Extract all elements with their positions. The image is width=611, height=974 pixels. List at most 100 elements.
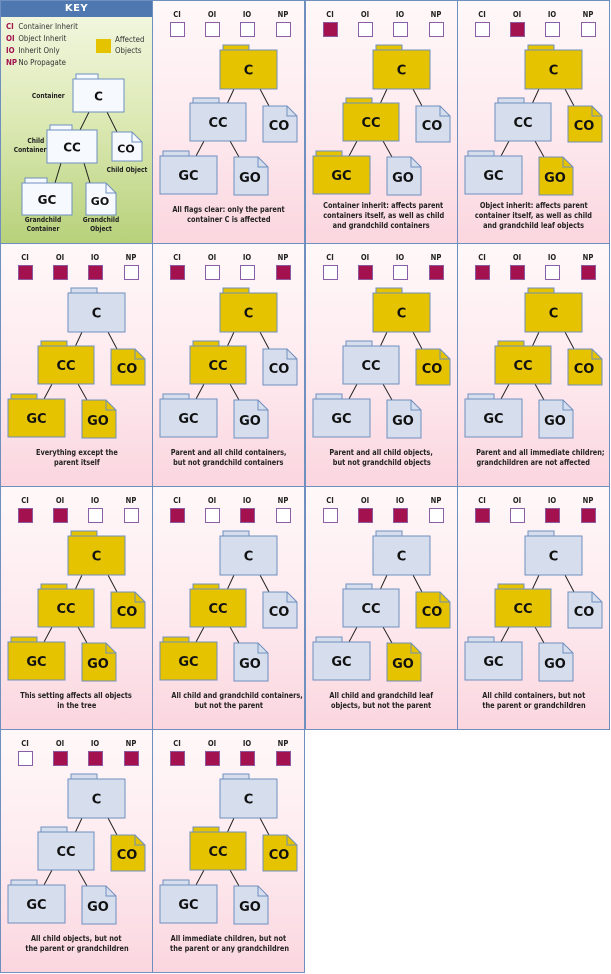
node-label: C — [397, 64, 407, 79]
node-c-folder-icon: C — [372, 530, 431, 576]
node-label: CO — [117, 848, 138, 863]
node-label: GC — [26, 898, 46, 913]
node-label: CO — [269, 362, 290, 377]
node-label: CC — [513, 116, 532, 131]
node-cc-folder-icon: CC — [342, 583, 400, 628]
caption-container: Container — [31, 92, 65, 100]
node-label: C — [92, 550, 102, 565]
tree-edge — [77, 383, 88, 401]
node-go-document-icon: GO — [233, 885, 269, 925]
node-label: CC — [361, 602, 380, 617]
caption-line: All child containers, but not — [482, 691, 585, 700]
node-label: C — [397, 307, 407, 322]
inheritance-panel: CI OI IO NP C CC CO GC GO Object inherit: affects… — [457, 0, 610, 244]
tree-edge — [195, 383, 205, 400]
node-label: CC — [208, 602, 227, 617]
node-go-document-icon: GO — [386, 156, 422, 196]
tree-edge — [500, 383, 510, 400]
node-label: GC — [38, 193, 57, 207]
caption-line: in the tree — [56, 701, 96, 710]
tree-edge — [348, 140, 358, 157]
node-label: GO — [91, 195, 109, 208]
caption-grandchild-object: Grandchild Object — [82, 216, 119, 234]
node-label: C — [244, 307, 254, 322]
tree-edge — [74, 574, 83, 591]
tree-edge — [379, 88, 388, 105]
caption-line: All child and grandchild leaf — [329, 691, 434, 700]
node-co-document-icon: CO — [262, 834, 298, 872]
tree-edge — [195, 140, 205, 157]
node-label: C — [549, 307, 559, 322]
node-c-folder-icon: C — [524, 44, 583, 90]
node-c-folder-icon: C — [67, 773, 126, 819]
node-c-folder-icon: C — [219, 287, 278, 333]
inheritance-panel: CI OI IO NP C CC CO GC GO Parent and all child ob… — [305, 243, 458, 487]
node-c-folder-icon: C — [524, 530, 583, 576]
node-label: CO — [422, 119, 443, 134]
node-label: C — [92, 793, 102, 808]
node-cc-folder-icon: CC — [342, 97, 400, 142]
node-cc-folder-icon: CC — [189, 826, 247, 871]
node-label: CO — [117, 143, 134, 156]
node-go-document-icon: GO — [233, 156, 269, 196]
tree-edge — [107, 817, 118, 836]
panel-caption: Parent and all child objects, but not gra… — [310, 448, 453, 468]
node-go-document-icon: GO — [81, 642, 117, 682]
node-label: GO — [87, 414, 109, 429]
node-label: GC — [178, 655, 198, 670]
caption-line: but not the parent — [194, 701, 263, 710]
tree-edge — [259, 817, 270, 836]
tree-edge — [226, 88, 235, 105]
tree-edge — [500, 140, 510, 157]
tree-edge — [379, 331, 388, 348]
node-co-document-icon: CO — [567, 105, 603, 143]
node-gc-folder-icon: GC — [464, 150, 523, 195]
tree-edge — [259, 331, 270, 350]
tree-edge — [43, 383, 53, 400]
node-gc-folder-icon: GC — [7, 636, 66, 681]
node-label: C — [94, 90, 103, 104]
node-go-document-icon: GO — [81, 399, 117, 439]
panel-caption: Parent and all child containers, but not … — [157, 448, 300, 468]
node-label: CC — [56, 845, 75, 860]
caption-line: the parent or grandchildren — [24, 944, 129, 953]
tree-edge — [564, 331, 575, 350]
node-label: CC — [56, 602, 75, 617]
node-label: GC — [178, 169, 198, 184]
tree-edge — [77, 869, 88, 887]
caption-line: Container — [13, 146, 47, 154]
panel-caption: All flags clear: only the parent containe… — [157, 205, 300, 225]
node-label: GO — [87, 657, 109, 672]
tree-edge — [229, 626, 240, 644]
caption-line: All child and grandchild containers, — [171, 691, 303, 700]
inheritance-panel: CI OI IO NP C CC CO GC GO All child objects, but … — [0, 729, 153, 973]
node-go-document-icon: GO — [386, 399, 422, 439]
node-c-folder-icon: C — [72, 73, 125, 113]
node-label: CC — [63, 141, 81, 155]
node-label: GO — [392, 414, 414, 429]
caption-line: Container inherit: affects parent — [323, 201, 444, 210]
node-gc-folder-icon: GC — [7, 879, 66, 924]
node-label: CO — [574, 605, 595, 620]
node-gc-folder-icon: GC — [159, 636, 218, 681]
node-label: CC — [208, 116, 227, 131]
panel-caption: Object inherit: affects parent container … — [462, 201, 605, 231]
panel-caption: Everything except the parent itself — [5, 448, 148, 468]
node-label: C — [549, 64, 559, 79]
panel-caption: All immediate children, but not the paren… — [157, 934, 300, 954]
tree-edge — [534, 140, 545, 158]
node-cc-folder-icon: CC — [189, 583, 247, 628]
tree-edge — [564, 88, 575, 107]
node-cc-folder-icon: CC — [494, 340, 552, 385]
node-label: GO — [544, 171, 566, 186]
tree-edge — [382, 140, 393, 158]
node-go-document-icon: GO — [538, 642, 574, 682]
node-gc-folder-icon: GC — [312, 393, 371, 438]
caption-line: objects, but not the parent — [331, 701, 432, 710]
node-label: C — [549, 550, 559, 565]
node-label: GO — [392, 171, 414, 186]
node-co-document-icon: CO — [415, 348, 451, 386]
panel-caption: Container inherit: affects parent contain… — [310, 201, 453, 231]
tree-edge — [83, 162, 91, 184]
inheritance-panel: CI OI IO NP C CC CO GC GO Container inherit: affe… — [305, 0, 458, 244]
